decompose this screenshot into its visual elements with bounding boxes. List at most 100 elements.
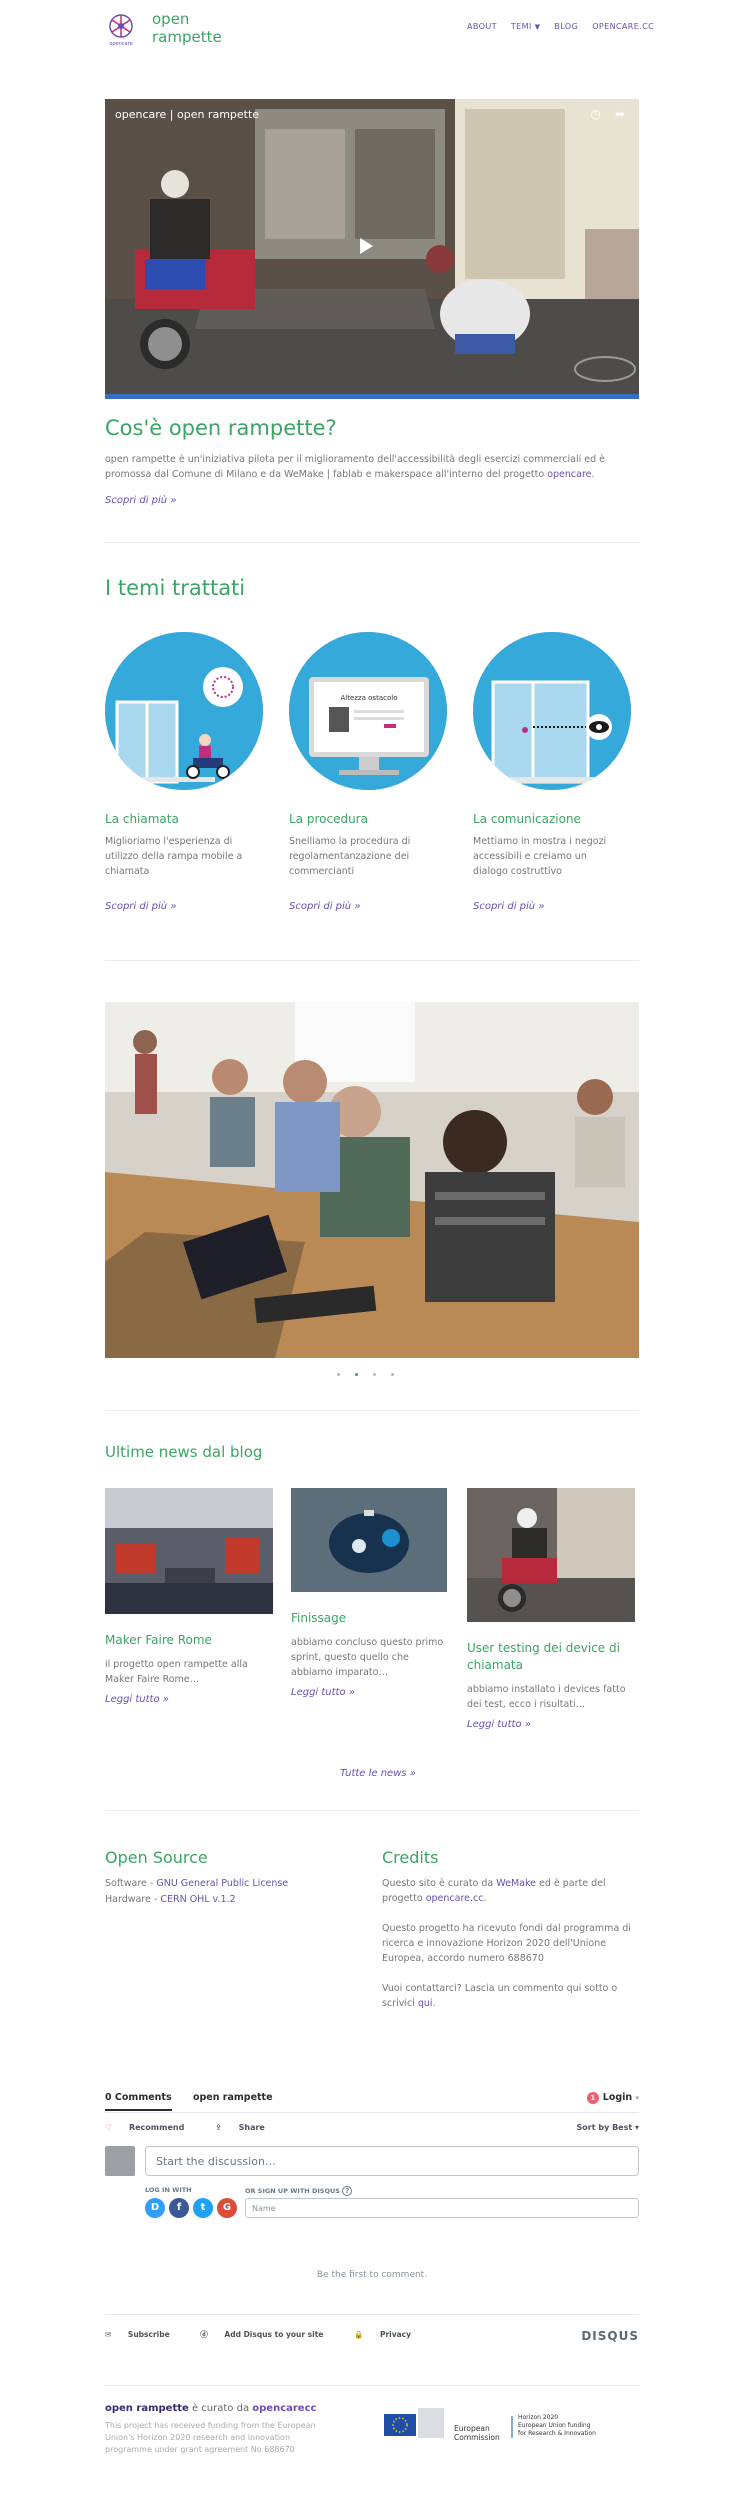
maker-faire-photo-image <box>105 1488 273 1614</box>
theme-title[interactable]: La chiamata <box>105 812 275 826</box>
video-player[interactable]: opencare | open rampette ◷ ➦ <box>105 99 639 399</box>
sort-dropdown[interactable]: Sort by Best ▾ <box>577 2123 639 2132</box>
opencare-link[interactable]: opencare <box>547 469 591 480</box>
carousel-dot[interactable] <box>337 1373 340 1376</box>
hardware-label: Hardware - <box>105 1894 161 1905</box>
finissage-photo-image <box>291 1488 447 1592</box>
login-button[interactable]: 1 Login ▾ <box>586 2092 639 2112</box>
comments-tabs: 0 Comments open rampette 1 Login ▾ <box>105 2092 639 2113</box>
eu-commission-label: European Commission <box>454 2424 500 2442</box>
footer-title: open rampette è curato da opencarecc <box>105 2403 316 2414</box>
share-button[interactable]: ⇪ Share <box>215 2123 279 2132</box>
nav-opencare[interactable]: OPENCARE.CC <box>592 22 654 31</box>
software-label: Software - <box>105 1878 157 1889</box>
theme-title[interactable]: La comunicazione <box>473 812 643 826</box>
photo-carousel[interactable] <box>105 1002 639 1358</box>
site-logo[interactable]: opencare <box>105 12 137 50</box>
footer-opencare-link[interactable]: opencarecc <box>252 2403 316 2414</box>
carousel-dot[interactable] <box>373 1373 376 1376</box>
post-excerpt: il progetto open rampette alla Maker Fai… <box>105 1659 248 1685</box>
carousel-dot-active[interactable] <box>355 1373 358 1376</box>
theme-title[interactable]: La procedura <box>289 812 459 826</box>
theme-more-link[interactable]: Scopri di più » <box>473 901 643 912</box>
post-title[interactable]: Finissage <box>291 1610 447 1627</box>
recommend-button[interactable]: ♡ Recommend <box>105 2123 198 2132</box>
logo-text: opencare <box>109 41 133 47</box>
disqus-logo[interactable]: DISQUS <box>581 2329 639 2343</box>
computer-screen-illustration-icon: Altezza ostacolo <box>289 632 447 790</box>
nav-blog[interactable]: BLOG <box>554 22 578 31</box>
all-news-link[interactable]: Tutte le news » <box>340 1768 416 1779</box>
add-disqus-link[interactable]: ⓓ Add Disqus to your site <box>200 2330 337 2339</box>
nav-about[interactable]: ABOUT <box>467 22 497 31</box>
cern-ohl-link[interactable]: CERN OHL v.1.2 <box>160 1894 235 1905</box>
theme-card-comunicazione: La comunicazione Mettiamo in mostra i ne… <box>473 632 643 912</box>
gpl-link[interactable]: GNU General Public License <box>156 1878 288 1889</box>
video-title[interactable]: opencare | open rampette <box>115 108 259 121</box>
signup-label: OR SIGN UP WITH DISQUS ? <box>245 2186 353 2196</box>
privacy-label: Privacy <box>379 2330 412 2339</box>
comments-count-tab[interactable]: 0 Comments <box>105 2092 172 2111</box>
blog-post: Maker Faire Rome il progetto open rampet… <box>105 1488 273 1706</box>
social-login: D f t G <box>145 2198 237 2218</box>
name-input[interactable]: Name <box>245 2198 639 2218</box>
post-title[interactable]: User testing dei device di chiamata <box>467 1640 635 1674</box>
post-thumbnail[interactable] <box>467 1488 635 1622</box>
site-tab[interactable]: open rampette <box>193 2092 273 2103</box>
credits-text-c: . <box>483 1893 487 1904</box>
video-progress-bar[interactable] <box>105 394 639 399</box>
post-read-more-link[interactable]: Leggi tutto » <box>467 1719 531 1730</box>
facebook-login-icon[interactable]: f <box>169 2198 189 2218</box>
divider <box>105 1410 639 1411</box>
post-read-more-link[interactable]: Leggi tutto » <box>291 1687 355 1698</box>
post-title[interactable]: Maker Faire Rome <box>105 1632 273 1649</box>
screen-title: Altezza ostacolo <box>341 694 398 702</box>
nav-temi[interactable]: TEMI ▼ <box>511 22 541 31</box>
contact-link[interactable]: qui <box>418 1998 433 2009</box>
intro-text: open rampette è un'iniziativa pilota per… <box>105 454 605 480</box>
comment-actions: ♡ Recommend ⇪ Share Sort by Best ▾ <box>105 2123 639 2132</box>
chevron-down-icon: ▼ <box>534 23 541 31</box>
post-thumbnail[interactable] <box>105 1488 273 1614</box>
disqus-login-icon[interactable]: D <box>145 2198 165 2218</box>
workshop-photo-image <box>105 1002 639 1358</box>
post-excerpt: abbiamo concluso questo primo sprint, qu… <box>291 1637 444 1678</box>
footer-funding-text: This project has received funding from t… <box>105 2421 316 2454</box>
privacy-link[interactable]: 🔒 Privacy <box>354 2330 425 2339</box>
theme-illustration-comunicazione <box>473 632 631 790</box>
footer-title-mid: è curato da <box>188 2403 253 2414</box>
carousel-dot[interactable] <box>391 1373 394 1376</box>
wemake-link[interactable]: WeMake <box>496 1878 536 1889</box>
play-icon[interactable] <box>360 238 373 254</box>
theme-text: Mettiamo in mostra i negozi accessibili … <box>473 836 607 877</box>
disqus-icon: ⓓ <box>200 2330 208 2339</box>
intro-more-link[interactable]: Scopri di più » <box>105 495 177 506</box>
site-brand[interactable]: open rampette <box>152 10 222 46</box>
disqus-footer: ✉ Subscribe ⓓ Add Disqus to your site 🔒 … <box>105 2314 639 2343</box>
intro-text-body: open rampette è un'iniziativa pilota per… <box>105 454 605 480</box>
google-login-icon[interactable]: G <box>217 2198 237 2218</box>
credits-text-a: Questo sito è curato da <box>382 1878 497 1889</box>
themes-title: I temi trattati <box>105 576 246 600</box>
twitter-login-icon[interactable]: t <box>193 2198 213 2218</box>
mail-icon: ✉ <box>105 2330 112 2339</box>
chevron-down-icon: ▾ <box>634 2123 639 2132</box>
credits-funding: Questo progetto ha ricevuto fondi dal pr… <box>382 1923 631 1964</box>
post-thumbnail[interactable] <box>291 1488 447 1592</box>
help-icon[interactable]: ? <box>342 2186 353 2196</box>
opensource-title: Open Source <box>105 1848 208 1867</box>
recommend-label: Recommend <box>128 2123 185 2132</box>
opencare-cc-link[interactable]: opencare.cc <box>426 1893 484 1904</box>
horizon-line-3: for Research & Innovation <box>518 2430 596 2437</box>
ramp-call-illustration-icon <box>105 632 263 790</box>
theme-more-link[interactable]: Scopri di più » <box>105 901 275 912</box>
comment-input[interactable]: Start the discussion… <box>145 2146 639 2176</box>
theme-more-link[interactable]: Scopri di più » <box>289 901 459 912</box>
post-read-more-link[interactable]: Leggi tutto » <box>105 1694 169 1705</box>
subscribe-link[interactable]: ✉ Subscribe <box>105 2330 184 2339</box>
share-icon[interactable]: ➦ <box>615 107 625 121</box>
credits-contact-end: . <box>432 1998 436 2009</box>
divider <box>105 2385 639 2386</box>
theme-text: Snelliamo la procedura di regolamentanza… <box>289 836 411 877</box>
watch-later-icon[interactable]: ◷ <box>591 107 601 121</box>
